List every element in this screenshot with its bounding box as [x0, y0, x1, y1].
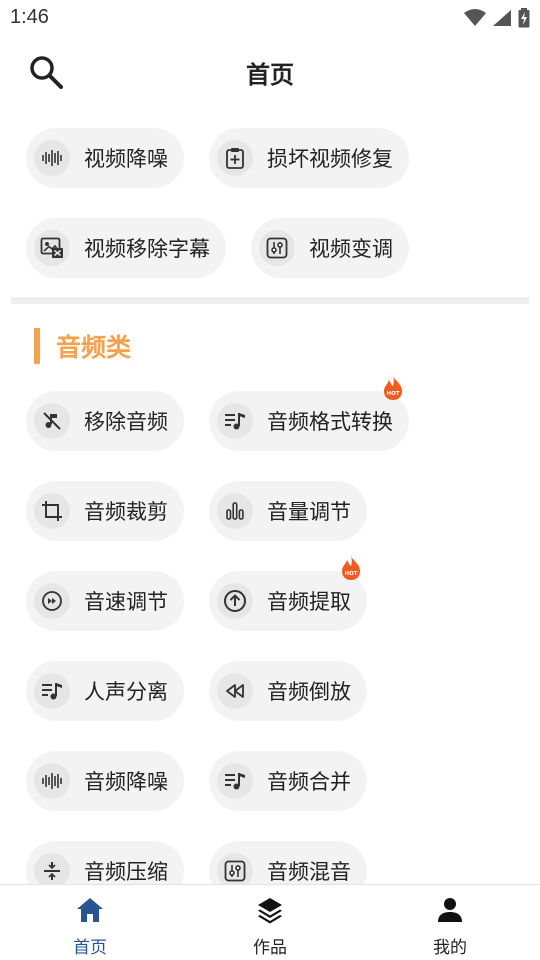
chip-label: 音频合并: [267, 770, 351, 794]
chip-label: 音频提取: [267, 590, 351, 614]
rewind-icon: [217, 673, 253, 709]
playlist-music-icon: [34, 673, 70, 709]
equalizer-box-icon: [259, 230, 295, 266]
chip-label: 音频压缩: [84, 860, 168, 884]
fire-icon: HOT: [342, 556, 360, 580]
fire-icon: HOT: [384, 376, 402, 400]
remove-subtitle-icon: [34, 230, 70, 266]
hot-badge-text: HOT: [344, 571, 357, 577]
chip-label: 音频倒放: [267, 680, 351, 704]
tool-vocal-separation[interactable]: 人声分离: [26, 661, 184, 721]
status-time: 1:46: [10, 6, 49, 28]
status-icons: [464, 8, 530, 32]
music-off-icon: [34, 403, 70, 439]
upload-circle-icon: [217, 583, 253, 619]
chip-label: 音频混音: [267, 860, 351, 884]
wifi-icon: [464, 9, 486, 31]
chip-label: 人声分离: [84, 680, 168, 704]
tool-audio-merge[interactable]: 音频合并: [209, 751, 367, 811]
tool-remove-audio[interactable]: 移除音频: [26, 391, 184, 451]
chip-label: 音量调节: [267, 500, 351, 524]
chip-label: 视频移除字幕: [84, 237, 210, 261]
nav-label: 作品: [253, 938, 287, 958]
section-header-audio: 音频类: [34, 328, 131, 364]
volume-bars-icon: [217, 493, 253, 529]
person-icon: [435, 895, 465, 925]
hot-badge: HOT: [382, 375, 404, 401]
top-bar: 首页: [0, 40, 540, 104]
nav-home[interactable]: 首页: [0, 885, 180, 960]
bottom-nav: 首页 作品 我的: [0, 884, 540, 960]
chip-label: 音速调节: [84, 590, 168, 614]
tool-audio-denoise[interactable]: 音频降噪: [26, 751, 184, 811]
chip-label: 音频裁剪: [84, 500, 168, 524]
status-bar: 1:46: [0, 0, 540, 36]
hot-badge-text: HOT: [386, 391, 399, 397]
waveform-icon: [34, 140, 70, 176]
tool-repair-video[interactable]: 损坏视频修复: [209, 128, 409, 188]
tool-video-denoise[interactable]: 视频降噪: [26, 128, 184, 188]
layers-icon: [255, 895, 285, 925]
chip-label: 音频降噪: [84, 770, 168, 794]
tool-video-pitch[interactable]: 视频变调: [251, 218, 409, 278]
tool-speed-adjust[interactable]: 音速调节: [26, 571, 184, 631]
nav-label: 首页: [73, 938, 107, 958]
nav-works[interactable]: 作品: [180, 885, 360, 960]
chip-label: 视频降噪: [84, 147, 168, 171]
nav-label: 我的: [433, 938, 467, 958]
section-title: 音频类: [56, 333, 132, 362]
tool-audio-reverse[interactable]: 音频倒放: [209, 661, 367, 721]
chip-label: 视频变调: [309, 237, 393, 261]
playlist-music-icon: [217, 763, 253, 799]
playlist-music-icon: [217, 403, 253, 439]
chip-label: 音频格式转换: [267, 410, 393, 434]
tool-volume-adjust[interactable]: 音量调节: [209, 481, 367, 541]
battery-charging-icon: [518, 8, 530, 32]
repair-clipboard-icon: [217, 140, 253, 176]
tool-audio-format-convert[interactable]: 音频格式转换: [209, 391, 409, 451]
cell-signal-icon: [492, 9, 512, 31]
speed-icon: [34, 583, 70, 619]
chip-label: 损坏视频修复: [267, 147, 393, 171]
home-icon: [75, 895, 105, 925]
section-divider: [11, 297, 529, 304]
section-accent-bar: [34, 328, 40, 364]
page-title: 首页: [246, 61, 294, 89]
tool-remove-subtitle[interactable]: 视频移除字幕: [26, 218, 226, 278]
crop-icon: [34, 493, 70, 529]
hot-badge: HOT: [340, 555, 362, 581]
tool-audio-crop[interactable]: 音频裁剪: [26, 481, 184, 541]
waveform-icon: [34, 763, 70, 799]
nav-mine[interactable]: 我的: [360, 885, 540, 960]
chip-label: 移除音频: [84, 410, 168, 434]
